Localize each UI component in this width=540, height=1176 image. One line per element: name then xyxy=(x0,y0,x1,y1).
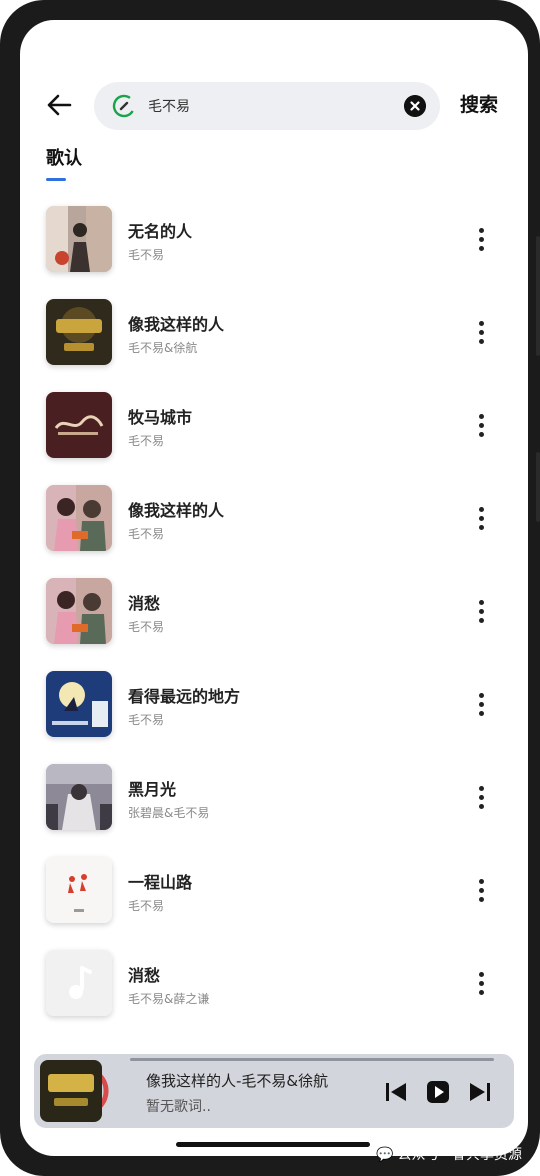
album-cover xyxy=(46,485,112,551)
watermark-separator: · xyxy=(443,1147,448,1163)
album-cover xyxy=(46,299,112,365)
album-cover-placeholder xyxy=(46,950,112,1016)
clear-search-icon[interactable] xyxy=(404,95,426,117)
list-item[interactable]: 一程山路 毛不易 xyxy=(20,857,528,931)
device-frame: 搜索 歌认 无名的人 毛不易 xyxy=(0,0,540,1176)
watermark: 💬 公众号 · 睿共享资源 xyxy=(372,1144,522,1164)
music-note-icon xyxy=(46,950,112,1016)
volume-button xyxy=(536,236,540,356)
power-button xyxy=(536,452,540,522)
song-title: 黑月光 xyxy=(128,780,177,799)
song-title: 像我这样的人 xyxy=(128,501,225,520)
album-cover xyxy=(46,857,112,923)
more-options-icon[interactable] xyxy=(472,226,490,254)
list-item[interactable]: 消愁 毛不易 xyxy=(20,578,528,652)
song-artist: 毛不易 xyxy=(128,434,165,448)
music-app-logo-icon xyxy=(112,94,136,118)
previous-track-icon[interactable] xyxy=(384,1080,408,1104)
song-title: 像我这样的人 xyxy=(128,315,225,334)
album-cover xyxy=(46,392,112,458)
album-cover xyxy=(46,206,112,272)
now-playing-cover[interactable] xyxy=(40,1060,102,1122)
watermark-platform: 公众号 xyxy=(397,1147,440,1163)
app-screen: 搜索 歌认 无名的人 毛不易 xyxy=(20,20,528,1156)
song-artist: 毛不易 xyxy=(128,713,165,727)
wechat-icon: 💬 xyxy=(376,1147,394,1163)
search-input[interactable] xyxy=(148,94,388,118)
list-item[interactable]: 消愁 毛不易&薛之谦 xyxy=(20,950,528,1024)
home-indicator[interactable] xyxy=(176,1142,370,1147)
song-artist: 毛不易 xyxy=(128,899,165,913)
mini-player[interactable]: 像我这样的人-毛不易&徐航 暂无歌词.. xyxy=(34,1054,514,1128)
more-options-icon[interactable] xyxy=(472,784,490,812)
tab-default[interactable]: 歌认 xyxy=(46,144,82,170)
song-artist: 毛不易 xyxy=(128,248,165,262)
song-title: 消愁 xyxy=(128,594,161,613)
song-title: 一程山路 xyxy=(128,873,193,892)
playback-progress-bar[interactable] xyxy=(130,1058,494,1061)
list-item[interactable]: 黑月光 张碧晨&毛不易 xyxy=(20,764,528,838)
song-artist: 毛不易&薛之谦 xyxy=(128,992,210,1006)
more-options-icon[interactable] xyxy=(472,877,490,905)
more-options-icon[interactable] xyxy=(472,505,490,533)
song-artist: 毛不易 xyxy=(128,527,165,541)
album-cover xyxy=(46,764,112,830)
more-options-icon[interactable] xyxy=(472,319,490,347)
list-item[interactable]: 像我这样的人 毛不易 xyxy=(20,485,528,559)
search-button[interactable]: 搜索 xyxy=(460,90,498,117)
song-title: 看得最远的地方 xyxy=(128,687,241,706)
list-item[interactable]: 像我这样的人 毛不易&徐航 xyxy=(20,299,528,373)
song-artist: 毛不易 xyxy=(128,620,165,634)
search-bar[interactable] xyxy=(94,82,440,130)
more-options-icon[interactable] xyxy=(472,970,490,998)
song-artist: 毛不易&徐航 xyxy=(128,341,198,355)
watermark-account: 睿共享资源 xyxy=(452,1147,522,1163)
now-playing-title: 像我这样的人-毛不易&徐航 xyxy=(146,1072,329,1090)
song-title: 牧马城市 xyxy=(128,408,193,427)
back-arrow-icon[interactable] xyxy=(44,90,74,120)
tab-indicator xyxy=(46,178,66,181)
album-cover xyxy=(46,578,112,644)
next-track-icon[interactable] xyxy=(468,1080,492,1104)
now-playing-lyric: 暂无歌词.. xyxy=(146,1099,211,1115)
list-item[interactable]: 无名的人 毛不易 xyxy=(20,206,528,280)
song-title: 消愁 xyxy=(128,966,161,985)
song-title: 无名的人 xyxy=(128,222,193,241)
song-artist: 张碧晨&毛不易 xyxy=(128,806,210,820)
album-cover xyxy=(46,671,112,737)
more-options-icon[interactable] xyxy=(472,598,490,626)
more-options-icon[interactable] xyxy=(472,691,490,719)
list-item[interactable]: 看得最远的地方 毛不易 xyxy=(20,671,528,745)
list-item[interactable]: 牧马城市 毛不易 xyxy=(20,392,528,466)
more-options-icon[interactable] xyxy=(472,412,490,440)
play-icon[interactable] xyxy=(426,1080,450,1104)
